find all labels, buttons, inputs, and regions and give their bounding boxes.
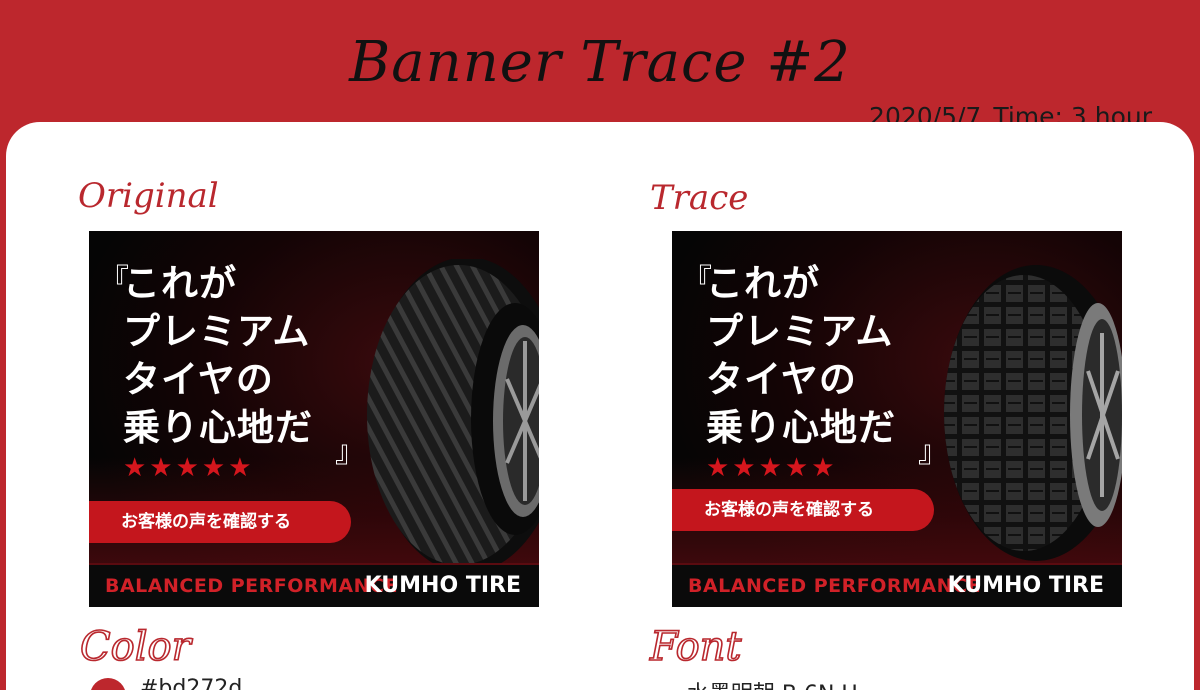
- header-band: Banner Trace #2 2020/5/7 Time: 3 hour: [0, 0, 1200, 140]
- tire-image: [367, 259, 539, 571]
- banner-bottom-bar: BALANCED PERFORMANCE KUMHO TIRE: [89, 563, 539, 607]
- font-label: Font: [649, 623, 742, 671]
- trace-label: Trace: [650, 178, 749, 218]
- font-value: - 水墨明朝 B 6N U: [672, 676, 858, 690]
- trace-banner: 『 これが プレミアム タイヤの 乗り心地だ 』 ★★★★★ お客様の声を確認す…: [672, 231, 1122, 607]
- bracket-close: 』: [918, 435, 948, 470]
- tire-image: [944, 265, 1122, 561]
- brand-text: KUMHO TIRE: [947, 573, 1104, 598]
- bracket-close: 』: [335, 435, 365, 470]
- page-title: Banner Trace #2: [349, 30, 851, 95]
- brand-text: KUMHO TIRE: [364, 573, 521, 598]
- banner-bottom-bar: BALANCED PERFORMANCE KUMHO TIRE: [672, 563, 1122, 607]
- review-cta-button[interactable]: お客様の声を確認する: [672, 489, 934, 531]
- rating-stars: ★★★★★: [123, 453, 255, 483]
- rating-stars: ★★★★★: [706, 453, 838, 483]
- banner-headline: これが プレミアム タイヤの 乗り心地だ: [706, 261, 896, 449]
- color-label: Color: [79, 623, 191, 671]
- performance-text: BALANCED PERFORMANCE: [688, 575, 981, 597]
- performance-text: BALANCED PERFORMANCE: [105, 575, 398, 597]
- banner-headline: これが プレミアム タイヤの 乗り心地だ: [123, 261, 313, 449]
- color-value: #bd272d: [140, 676, 243, 690]
- review-cta-button[interactable]: お客様の声を確認する: [89, 501, 351, 543]
- original-banner: 『 これが プレミアム タイヤの 乗り心地だ 』 ★★★★★ お客様の声を確認す…: [89, 231, 539, 607]
- original-label: Original: [78, 176, 219, 216]
